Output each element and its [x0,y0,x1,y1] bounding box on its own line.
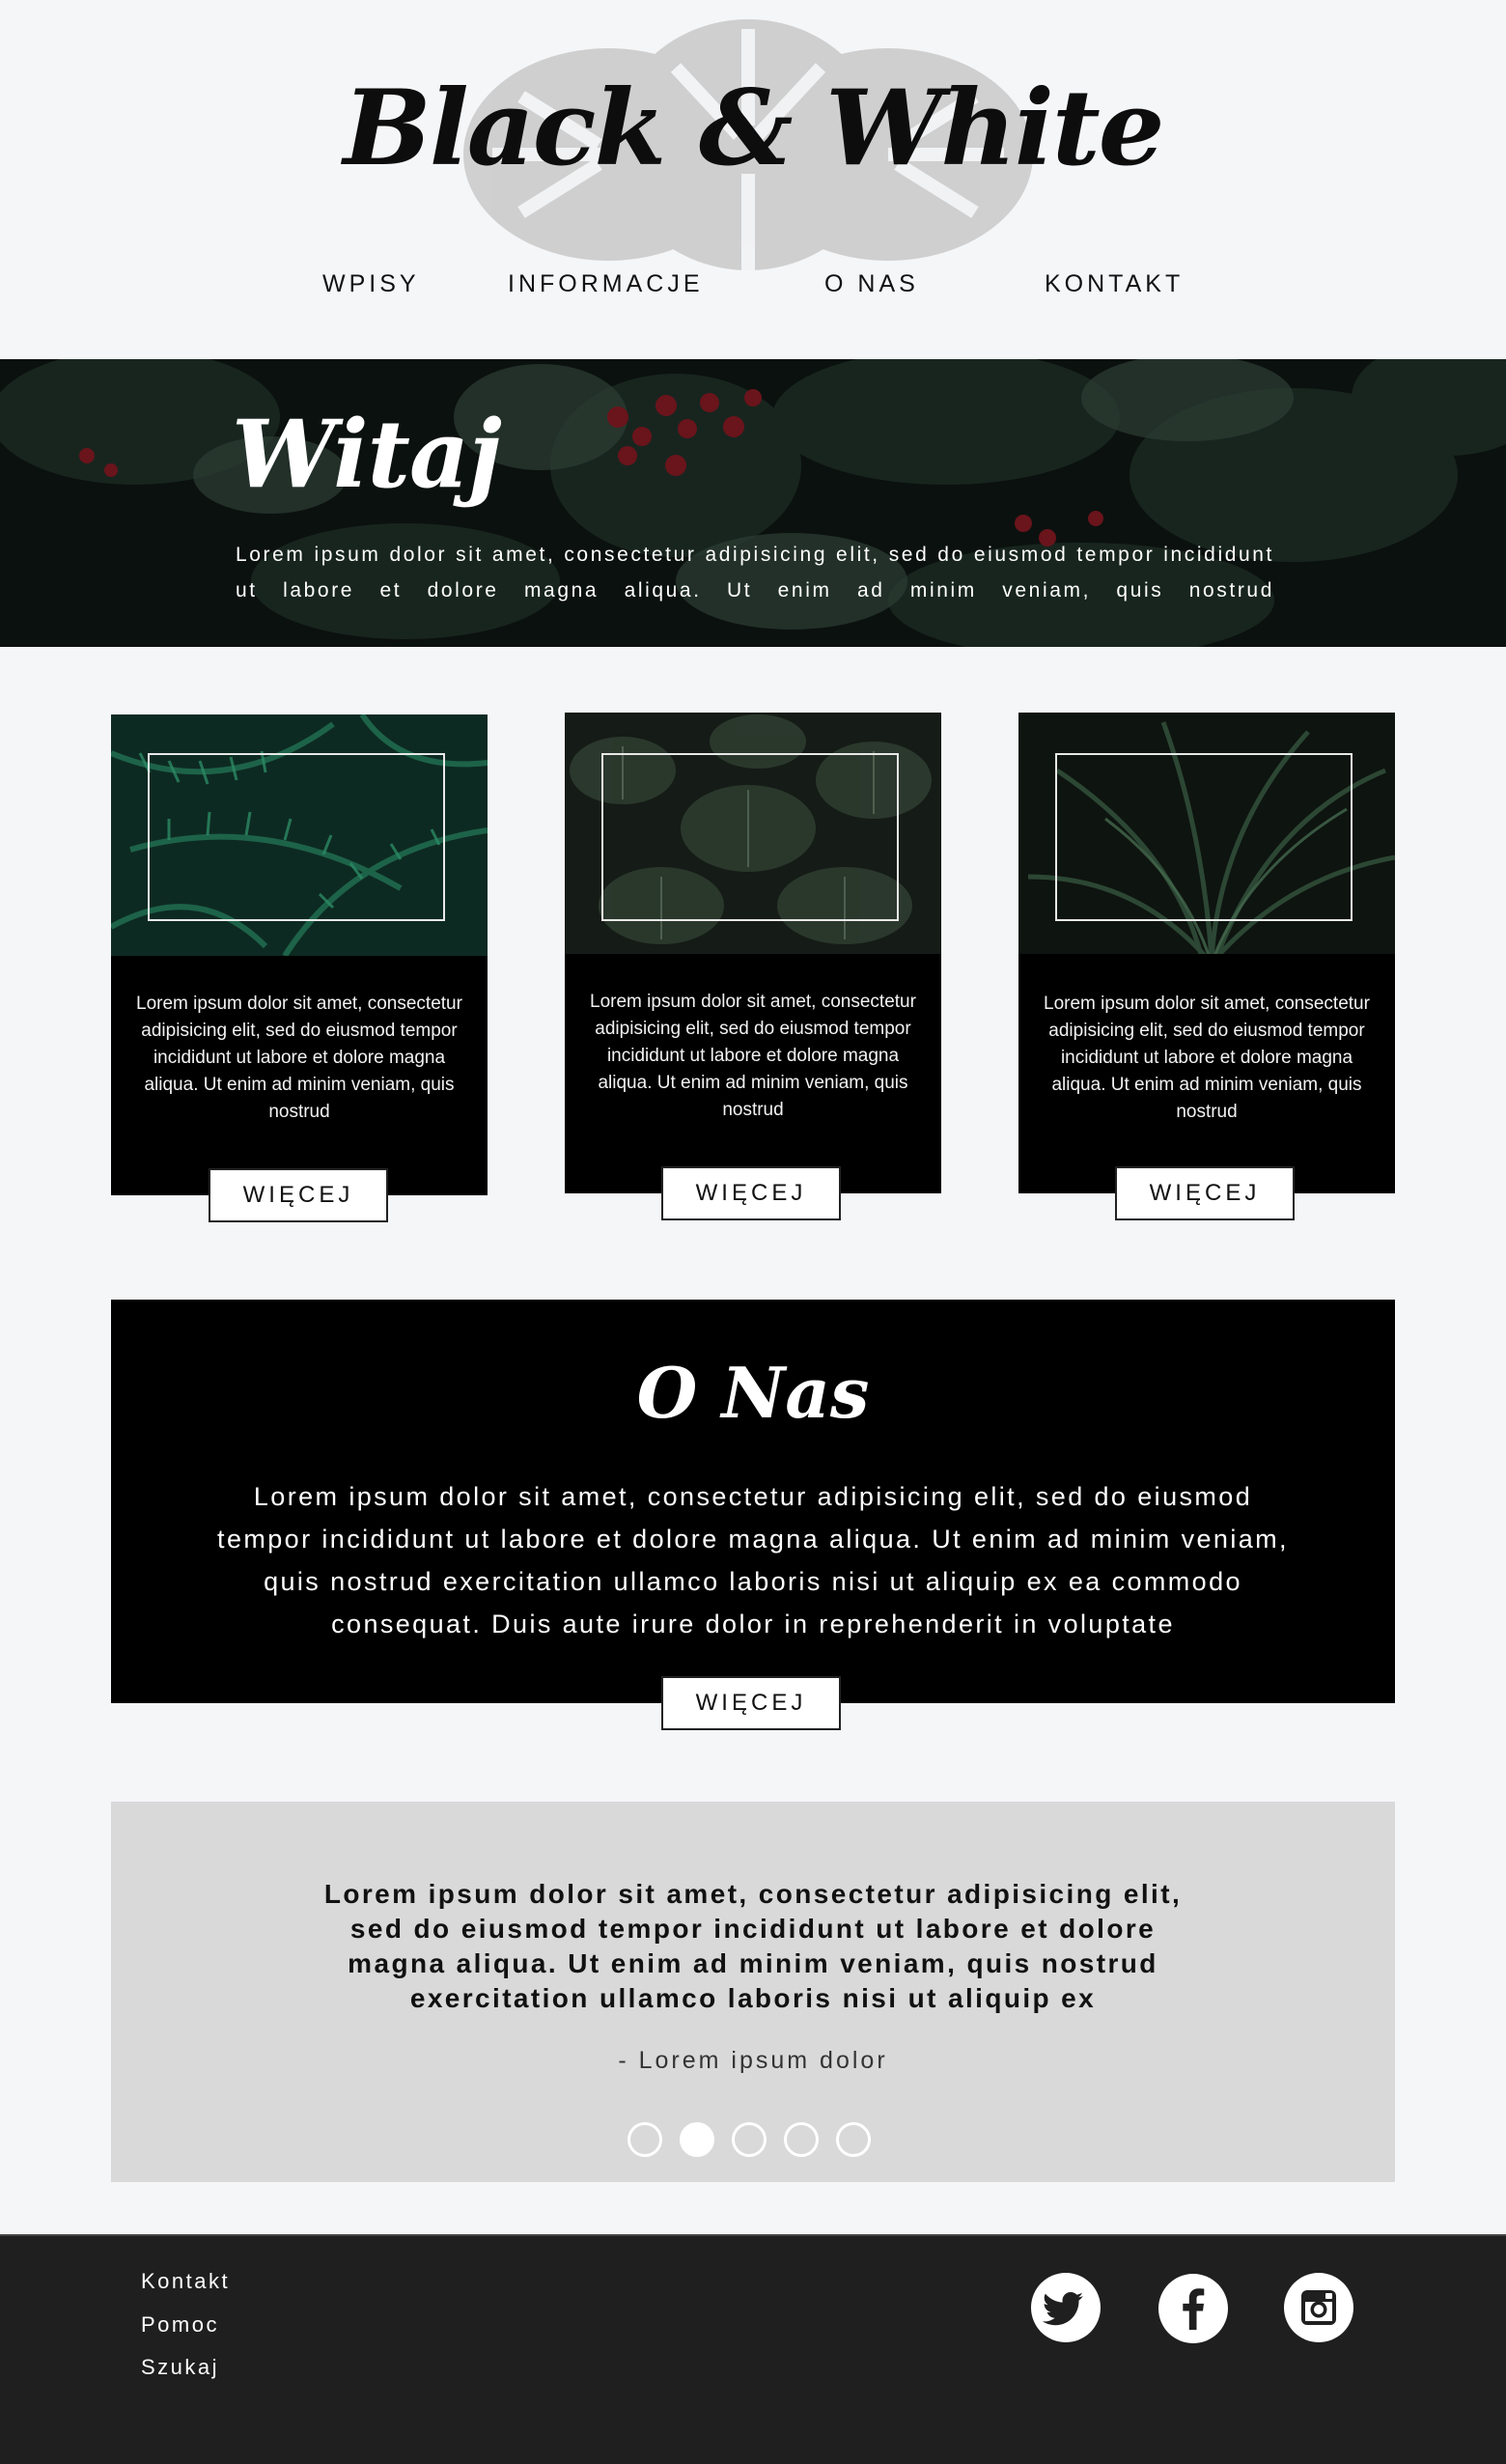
hero-text: Lorem ipsum dolor sit amet, consectetur … [236,544,1274,602]
card-text: Lorem ipsum dolor sit amet, consectetur … [1044,994,1370,1122]
footer-link-szukaj[interactable]: Szukaj [141,2355,219,2380]
carousel-dot[interactable] [836,2122,871,2157]
testimonial-quote: Lorem ipsum dolor sit amet, consectetur … [323,1879,1183,2013]
carousel-dot[interactable] [680,2122,714,2157]
carousel-dot[interactable] [732,2122,767,2157]
carousel-dot[interactable] [628,2122,662,2157]
nav-informacje[interactable]: INFORMACJE [508,270,704,298]
nav-o-nas[interactable]: O NAS [824,270,919,298]
hero-title: Witaj [232,400,502,509]
card-1: Lorem ipsum dolor sit amet, consectetur … [111,714,488,1195]
footer-link-pomoc[interactable]: Pomoc [141,2312,219,2338]
nav-kontakt[interactable]: KONTAKT [1045,270,1184,298]
card-image-frame [601,753,899,921]
testimonial-author: - Lorem ipsum dolor [618,2047,888,2074]
card-image-frame [1055,753,1353,921]
facebook-icon[interactable] [1158,2274,1228,2343]
card-1-more-button[interactable]: WIĘCEJ [209,1168,388,1222]
about-text: Lorem ipsum dolor sit amet, consectetur … [217,1482,1289,1638]
card-3-more-button[interactable]: WIĘCEJ [1115,1166,1295,1220]
card-3: Lorem ipsum dolor sit amet, consectetur … [1018,713,1395,1193]
site-logo[interactable]: Black & White [0,68,1506,189]
card-image-frame [148,753,445,921]
site-header: Black & White WPISY INFORMACJE O NAS KON… [0,0,1506,359]
card-text: Lorem ipsum dolor sit amet, consectetur … [136,994,462,1122]
carousel-dot[interactable] [784,2122,819,2157]
footer-link-kontakt[interactable]: Kontakt [141,2269,230,2294]
about-title: O Nas [636,1352,870,1434]
card-text: Lorem ipsum dolor sit amet, consectetur … [590,992,916,1120]
card-2-more-button[interactable]: WIĘCEJ [661,1166,841,1220]
nav-wpisy[interactable]: WPISY [322,270,420,298]
instagram-icon[interactable] [1284,2273,1353,2342]
card-2: Lorem ipsum dolor sit amet, consectetur … [565,713,941,1193]
twitter-icon[interactable] [1031,2273,1101,2342]
about-more-button[interactable]: WIĘCEJ [661,1676,841,1730]
